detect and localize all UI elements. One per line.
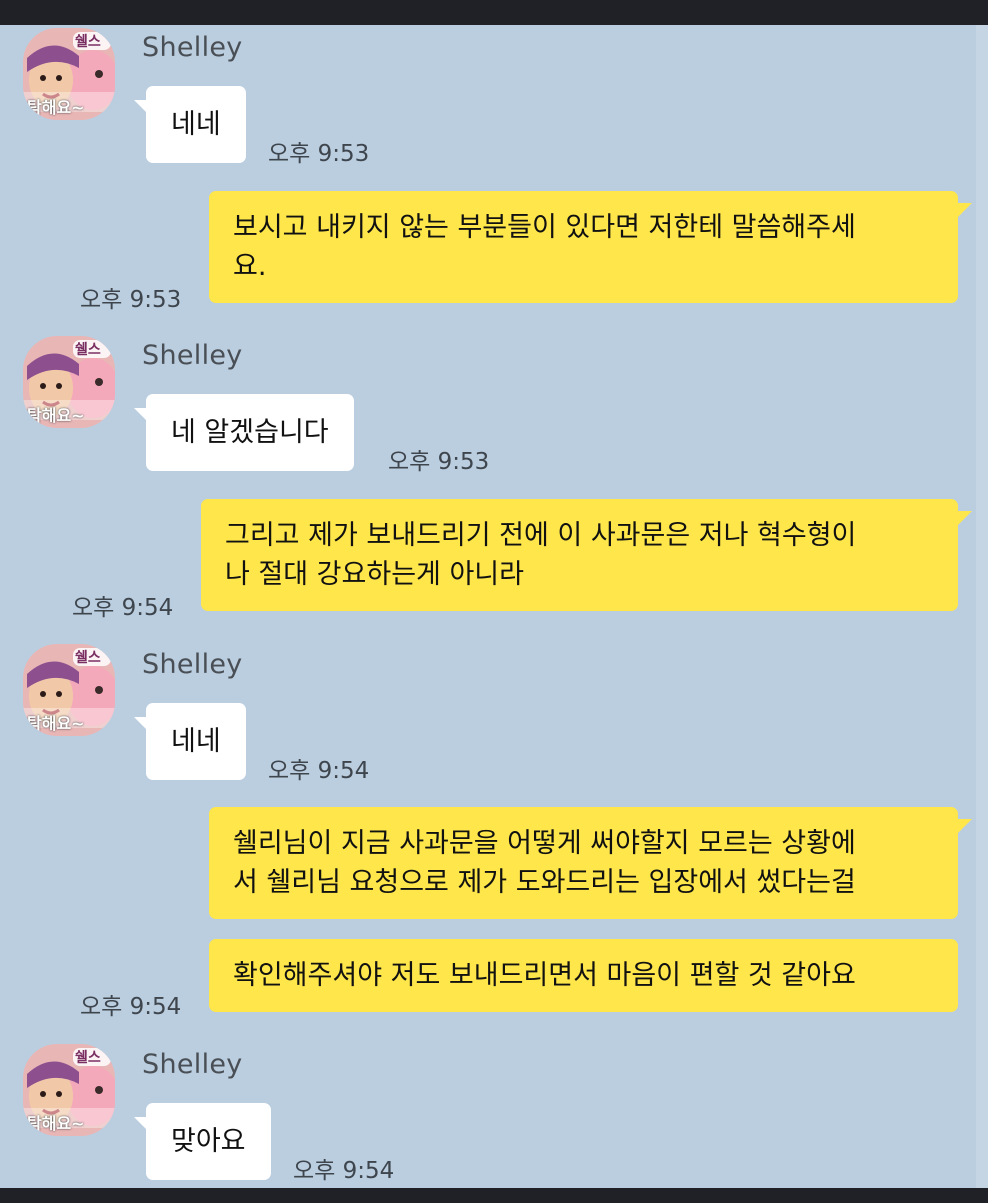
avatar[interactable]: 쉘스 탁해요~ [23, 28, 115, 120]
avatar-caption-text: 탁해요~ [27, 714, 85, 733]
message-line: 쉘리님이 지금 사과문을 어떻게 써야할지 모르는 상황에 [233, 828, 856, 859]
avatar-caption-text: 탁해요~ [27, 1114, 85, 1133]
avatar-caption-text: 탁해요~ [27, 98, 85, 117]
avatar[interactable]: 쉘스 탁해요~ [23, 644, 115, 736]
message-text: 네네 [171, 726, 221, 757]
message-text: 맞아요 [171, 1126, 246, 1157]
message-line: 그리고 제가 보내드리기 전에 이 사과문은 저나 혁수형이 [225, 520, 857, 551]
message-time: 오후 9:53 [388, 449, 490, 475]
message-line: 확인해주셔야 저도 보내드리면서 마음이 편할 것 같아요 [233, 960, 856, 991]
sender-name: Shelley [142, 32, 243, 63]
message-bubble-outgoing[interactable]: 보시고 내키지 않는 부분들이 있다면 저한테 말씀해주세 요. [209, 191, 972, 303]
message-time: 오후 9:54 [80, 994, 182, 1020]
avatar-badge-text: 쉘스 [75, 650, 101, 666]
message-time: 오후 9:53 [268, 141, 370, 167]
top-bar [0, 0, 988, 25]
avatar[interactable]: 쉘스 탁해요~ [23, 336, 115, 428]
message-line: 요. [233, 251, 267, 282]
message-bubble-incoming[interactable]: 맞아요 [134, 1103, 271, 1180]
message-time: 오후 9:54 [268, 758, 370, 784]
message-line: 보시고 내키지 않는 부분들이 있다면 저한테 말씀해주세 [233, 212, 856, 243]
message-bubble-outgoing[interactable]: 쉘리님이 지금 사과문을 어떻게 써야할지 모르는 상황에 서 쉘리님 요청으로… [209, 807, 972, 919]
message-time: 오후 9:53 [80, 287, 182, 313]
message-bubble-incoming[interactable]: 네네 [134, 703, 246, 780]
message-line: 나 절대 강요하는게 아니라 [225, 559, 524, 590]
chat-area[interactable]: 쉘스 탁해요~ Shelley 네네 오후 9:53 오후 9:53 보시고 내… [0, 25, 976, 1188]
message-bubble-incoming[interactable]: 네 알겠습니다 [134, 394, 354, 471]
message-bubble-outgoing[interactable]: 그리고 제가 보내드리기 전에 이 사과문은 저나 혁수형이 나 절대 강요하는… [201, 499, 972, 611]
message-time: 오후 9:54 [293, 1158, 395, 1184]
message-line: 서 쉘리님 요청으로 제가 도와드리는 입장에서 썼다는걸 [233, 867, 856, 898]
scrollbar-track[interactable] [976, 25, 988, 1188]
message-text: 네네 [171, 109, 221, 140]
avatar-caption-text: 탁해요~ [27, 406, 85, 425]
message-bubble-outgoing[interactable]: 확인해주셔야 저도 보내드리면서 마음이 편할 것 같아요 [209, 939, 958, 1012]
avatar-badge-text: 쉘스 [75, 34, 101, 50]
sender-name: Shelley [142, 1049, 243, 1080]
message-text: 네 알겠습니다 [171, 417, 329, 448]
avatar-badge-text: 쉘스 [75, 342, 101, 358]
bottom-bar [0, 1188, 988, 1203]
sender-name: Shelley [142, 649, 243, 680]
sender-name: Shelley [142, 340, 243, 371]
avatar[interactable]: 쉘스 탁해요~ [23, 1044, 115, 1136]
message-bubble-incoming[interactable]: 네네 [134, 86, 246, 163]
message-time: 오후 9:54 [72, 595, 174, 621]
avatar-badge-text: 쉘스 [75, 1050, 101, 1066]
